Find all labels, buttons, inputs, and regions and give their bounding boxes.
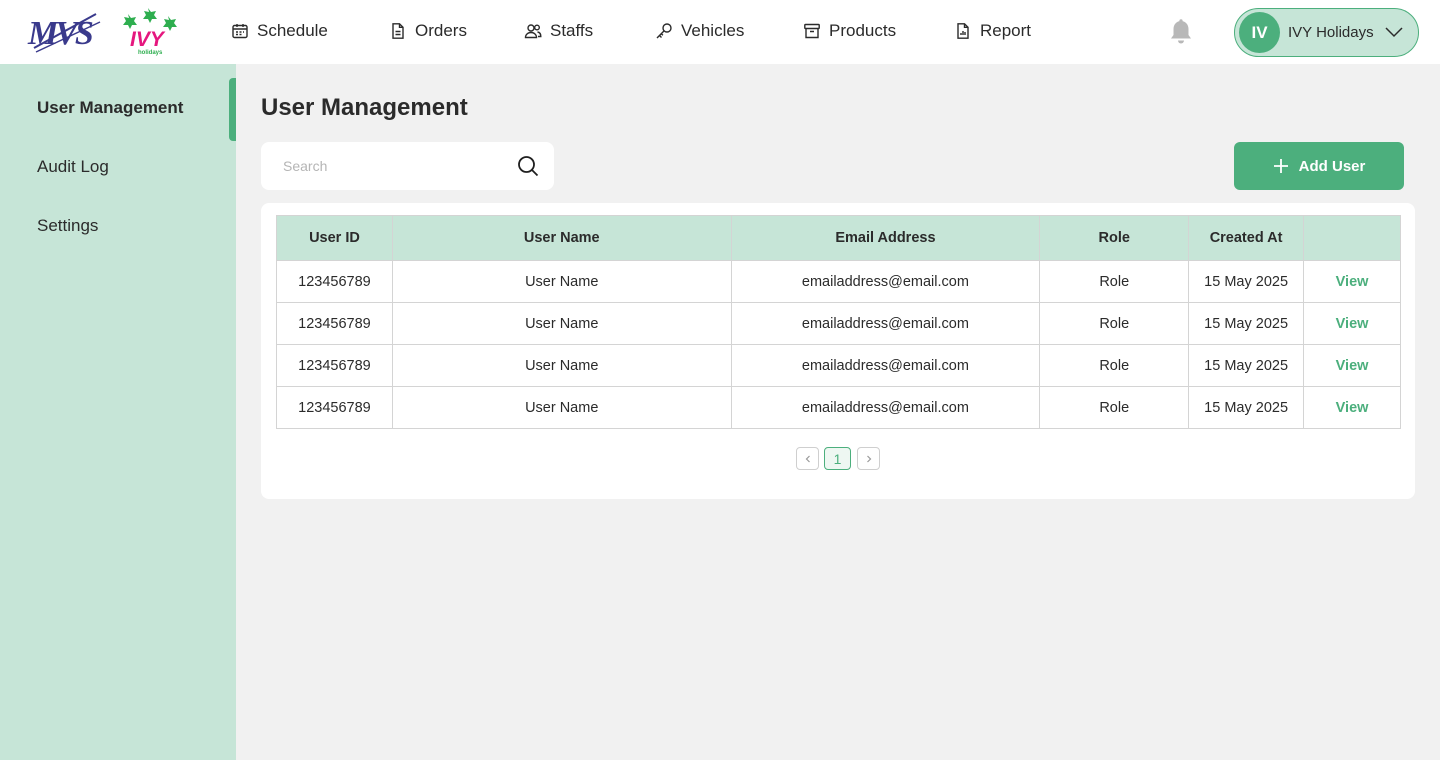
cell-created-at: 15 May 2025: [1188, 386, 1305, 429]
calendar-icon: [232, 24, 248, 39]
column-header-user-id: User ID: [276, 215, 393, 261]
sidebar: User Management Audit Log Settings: [0, 64, 236, 760]
avatar: IV: [1239, 12, 1280, 53]
svg-text:IVY: IVY: [130, 28, 166, 51]
search-icon[interactable]: [516, 154, 540, 178]
cell-user-id: 123456789: [276, 260, 393, 303]
user-name: IVY Holidays: [1288, 24, 1374, 41]
table-row: 123456789 User Name emailaddress@email.c…: [276, 260, 1401, 303]
table-header-row: User ID User Name Email Address Role Cre…: [276, 215, 1401, 261]
cell-role: Role: [1039, 344, 1190, 387]
sidebar-item-user-management[interactable]: User Management: [37, 98, 183, 118]
view-link[interactable]: View: [1336, 358, 1369, 374]
sidebar-item-audit-log[interactable]: Audit Log: [37, 157, 109, 177]
nav-orders-label: Orders: [415, 21, 467, 40]
column-header-actions: [1303, 215, 1401, 261]
chevron-left-icon: [805, 455, 810, 462]
nav-schedule-label: Schedule: [257, 21, 328, 40]
add-user-label: Add User: [1298, 157, 1366, 175]
report-icon: [957, 23, 969, 39]
cell-action: View: [1303, 260, 1401, 303]
cell-action: View: [1303, 344, 1401, 387]
nav-vehicles-label: Vehicles: [681, 21, 745, 40]
view-link[interactable]: View: [1336, 316, 1369, 332]
nav-products[interactable]: Products: [803, 18, 896, 44]
cell-role: Role: [1039, 260, 1190, 303]
view-link[interactable]: View: [1336, 274, 1369, 290]
cell-created-at: 15 May 2025: [1188, 302, 1305, 345]
cell-user-id: 123456789: [276, 386, 393, 429]
cell-email: emailaddress@email.com: [730, 386, 1041, 429]
chevron-right-icon: [866, 455, 871, 462]
cell-created-at: 15 May 2025: [1188, 260, 1305, 303]
column-header-created-at: Created At: [1188, 215, 1305, 261]
nav-schedule[interactable]: Schedule: [231, 18, 328, 44]
nav-report[interactable]: Report: [954, 18, 1031, 44]
pagination-page-1[interactable]: 1: [824, 447, 851, 470]
cell-email: emailaddress@email.com: [730, 260, 1041, 303]
nav-vehicles[interactable]: Vehicles: [655, 18, 744, 44]
bell-icon[interactable]: [1168, 18, 1194, 46]
table-row: 123456789 User Name emailaddress@email.c…: [276, 302, 1401, 345]
column-header-email: Email Address: [730, 215, 1041, 261]
nav-staffs-label: Staffs: [550, 21, 594, 40]
svg-text:holidays: holidays: [138, 50, 163, 56]
cell-role: Role: [1039, 386, 1190, 429]
key-icon: [656, 23, 672, 39]
column-header-user-name: User Name: [391, 215, 732, 261]
nav-staffs[interactable]: Staffs: [524, 18, 593, 44]
view-link[interactable]: View: [1336, 400, 1369, 416]
pagination-next-button[interactable]: [857, 447, 880, 470]
column-header-role: Role: [1039, 215, 1190, 261]
cell-user-name: User Name: [391, 386, 732, 429]
cell-email: emailaddress@email.com: [730, 302, 1041, 345]
cell-role: Role: [1039, 302, 1190, 345]
table-row: 123456789 User Name emailaddress@email.c…: [276, 344, 1401, 387]
document-icon: [392, 23, 404, 39]
cell-user-name: User Name: [391, 302, 732, 345]
users-table: User ID User Name Email Address Role Cre…: [276, 215, 1401, 429]
add-user-button[interactable]: Add User: [1234, 142, 1404, 190]
nav-products-label: Products: [829, 21, 897, 40]
users-icon: [524, 24, 542, 39]
cell-email: emailaddress@email.com: [730, 344, 1041, 387]
nav-report-label: Report: [980, 21, 1032, 40]
cell-user-id: 123456789: [276, 344, 393, 387]
search-box: [261, 142, 554, 190]
search-input[interactable]: [261, 142, 506, 190]
plus-icon: [1273, 159, 1288, 173]
sidebar-item-settings[interactable]: Settings: [37, 216, 98, 236]
top-navigation-bar: MVS IVY holidays Schedule Orders Staffs …: [0, 0, 1440, 64]
user-menu[interactable]: IV IVY Holidays: [1234, 8, 1419, 57]
page-title: User Management: [261, 94, 468, 121]
pagination-prev-button[interactable]: [796, 447, 819, 470]
table-row: 123456789 User Name emailaddress@email.c…: [276, 386, 1401, 429]
cell-action: View: [1303, 302, 1401, 345]
mvs-logo[interactable]: MVS: [26, 8, 104, 56]
chevron-down-icon: [1385, 27, 1403, 38]
cell-user-name: User Name: [391, 344, 732, 387]
archive-icon: [804, 23, 820, 39]
active-indicator: [229, 78, 236, 141]
cell-user-name: User Name: [391, 260, 732, 303]
cell-user-id: 123456789: [276, 302, 393, 345]
cell-created-at: 15 May 2025: [1188, 344, 1305, 387]
nav-orders[interactable]: Orders: [389, 18, 467, 44]
ivy-holidays-logo[interactable]: IVY holidays: [114, 6, 186, 56]
cell-action: View: [1303, 386, 1401, 429]
